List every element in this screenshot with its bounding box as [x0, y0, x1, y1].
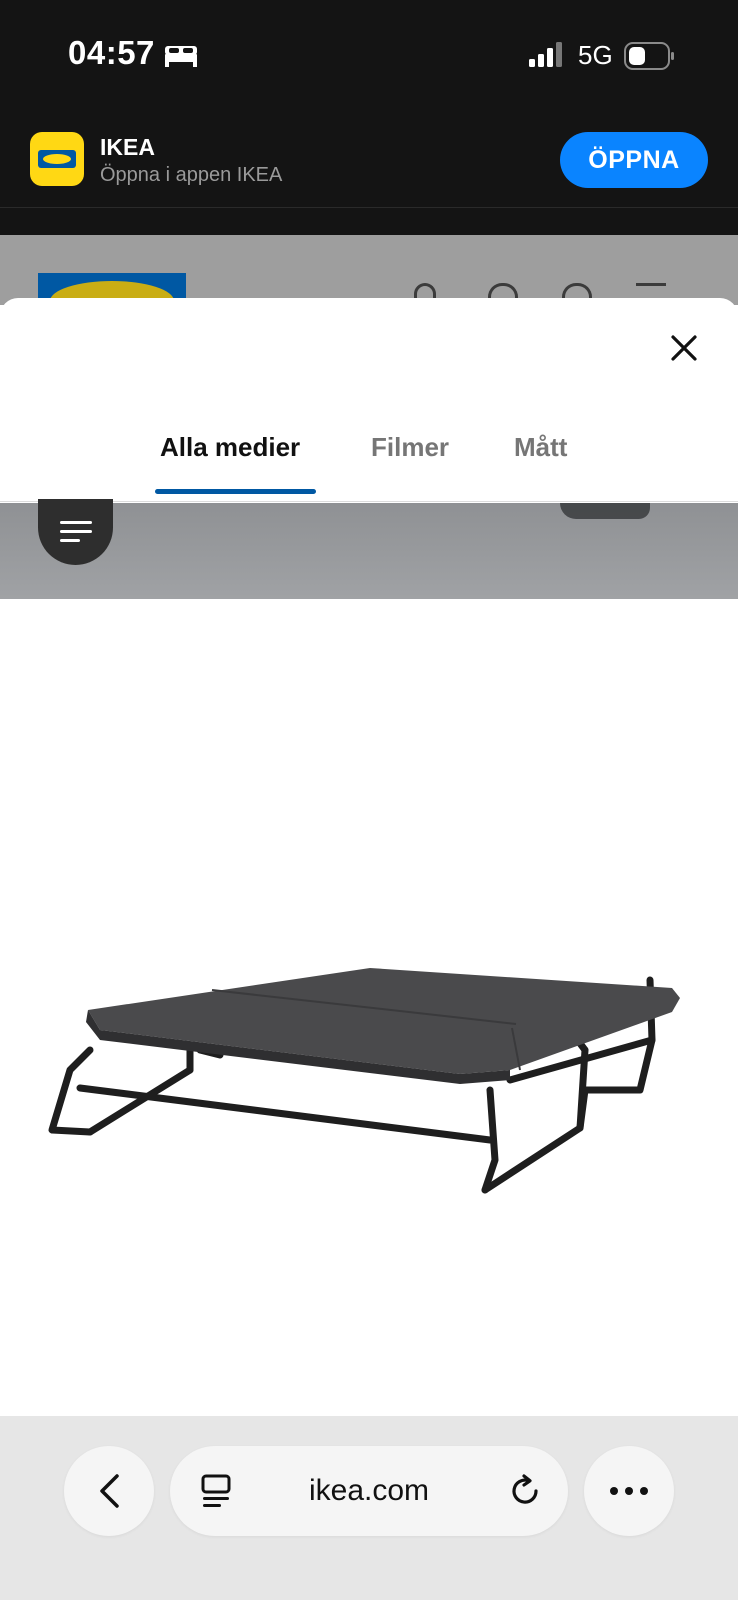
smart-app-banner: IKEA Öppna i appen IKEA ÖPPNA [0, 110, 738, 208]
media-sheet: Alla medier Filmer Mått [0, 298, 738, 1418]
close-icon [671, 335, 697, 361]
status-bar: 04:57 5G [0, 0, 738, 110]
bed-icon [165, 46, 197, 67]
app-name: IKEA [100, 134, 155, 160]
tab-videos[interactable]: Filmer [371, 432, 449, 463]
close-button[interactable] [664, 328, 704, 368]
folding-bed-product-icon [48, 968, 680, 1194]
signal-icon [529, 42, 562, 67]
app-subtitle: Öppna i appen IKEA [100, 164, 283, 186]
filter-button[interactable] [38, 499, 113, 565]
back-button[interactable] [64, 1446, 154, 1536]
address-bar[interactable]: ikea.com [170, 1446, 568, 1536]
ikea-app-icon [30, 132, 84, 186]
tab-dimensions[interactable]: Mått [514, 432, 567, 463]
image-fragment [560, 503, 650, 519]
browser-toolbar: ikea.com [0, 1416, 738, 1600]
filter-lines-icon [59, 521, 92, 542]
network-label: 5G [578, 40, 613, 70]
active-tab-indicator [155, 489, 316, 494]
product-image[interactable] [0, 600, 738, 1398]
chevron-left-icon [100, 1474, 119, 1508]
screen: 04:57 5G IKEA Öppna i appen IKEA ÖPPNA A… [0, 0, 738, 1600]
more-button[interactable] [584, 1446, 674, 1536]
status-time: 04:57 [68, 34, 155, 71]
previous-image-strip [0, 499, 738, 599]
open-in-app-button[interactable]: ÖPPNA [560, 132, 708, 188]
page-header-dimmed [0, 235, 738, 305]
more-icon [610, 1487, 648, 1495]
tab-all-media[interactable]: Alla medier [160, 432, 300, 463]
reload-icon[interactable] [508, 1474, 542, 1508]
battery-icon [624, 42, 674, 70]
media-tabs: Alla medier Filmer Mått [0, 418, 738, 502]
